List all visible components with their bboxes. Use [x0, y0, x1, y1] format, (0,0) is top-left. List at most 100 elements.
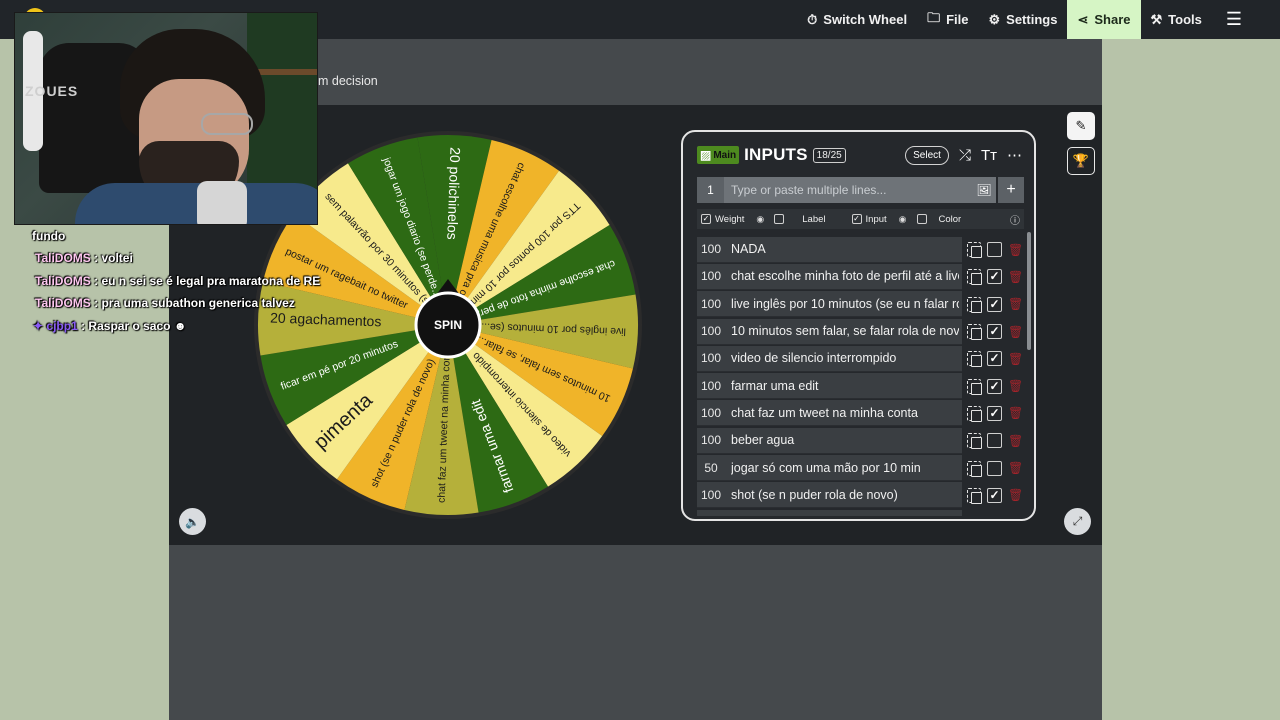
- entry-input[interactable]: Type or paste multiple lines...: [724, 177, 972, 203]
- duplicate-icon[interactable]: [967, 378, 982, 395]
- main-badge[interactable]: ▨ Main: [697, 146, 740, 164]
- entry-actions: 🗑: [967, 242, 1023, 259]
- entry-field[interactable]: 100 farmar uma edit: [697, 373, 962, 400]
- entry-label[interactable]: live inglês por 10 minutos (se eu n fala…: [731, 297, 959, 311]
- weight-column-checkbox[interactable]: ✓: [701, 214, 711, 224]
- entry-label[interactable]: NADA: [731, 242, 959, 256]
- delete-icon[interactable]: 🗑: [1008, 352, 1023, 366]
- fullscreen-icon[interactable]: ⤢: [1064, 508, 1091, 535]
- wheel-list-icon: ▨: [700, 148, 712, 162]
- list-item: 100 chat escolhe minha foto de perfil at…: [697, 263, 1031, 290]
- delete-icon[interactable]: 🗑: [1008, 325, 1023, 339]
- entry-enabled-checkbox[interactable]: [987, 433, 1002, 449]
- switch-wheel-button[interactable]: ⏱ Switch Wheel: [797, 0, 917, 39]
- text-size-icon[interactable]: Tт: [981, 147, 997, 164]
- add-entry-button[interactable]: +: [998, 177, 1024, 203]
- entry-weight[interactable]: 50: [697, 461, 725, 475]
- entry-enabled-checkbox[interactable]: ✓: [987, 324, 1002, 340]
- duplicate-icon[interactable]: [967, 242, 982, 259]
- color-column-checkbox[interactable]: [916, 214, 927, 224]
- sound-toggle-icon[interactable]: 🔈: [179, 508, 206, 535]
- entry-enabled-checkbox[interactable]: ✓: [987, 296, 1002, 312]
- entry-field[interactable]: 100 beber agua: [697, 427, 962, 454]
- duplicate-icon[interactable]: [967, 487, 982, 504]
- duplicate-icon[interactable]: [967, 324, 982, 341]
- entry-weight[interactable]: 100: [697, 324, 725, 338]
- delete-icon[interactable]: 🗑: [1008, 488, 1023, 502]
- entry-field[interactable]: 100 video de silencio interrompido: [697, 345, 962, 372]
- entry-weight[interactable]: 100: [697, 242, 725, 256]
- entry-label[interactable]: chat escolhe minha foto de perfil até a …: [731, 269, 959, 283]
- entry-field[interactable]: 100 live inglês por 10 minutos (se eu n …: [697, 291, 962, 318]
- entry-field[interactable]: 100 chat faz um tweet na minha conta: [697, 400, 962, 427]
- entry-field[interactable]: 100 10 minutos sem falar, se falar rola …: [697, 318, 962, 345]
- entry-label[interactable]: chat faz um tweet na minha conta: [731, 406, 959, 420]
- entry-enabled-checkbox[interactable]: [987, 460, 1002, 476]
- info-icon[interactable]: ⓘ: [1010, 212, 1020, 227]
- wheel-description: m decision: [318, 74, 378, 88]
- trophy-icon[interactable]: 🏆: [1067, 147, 1095, 175]
- entry-weight[interactable]: 100: [697, 297, 725, 311]
- shuffle-icon[interactable]: ⤮: [959, 147, 971, 164]
- entry-label[interactable]: 10 minutos sem falar, se falar rola de n…: [731, 324, 959, 338]
- delete-icon[interactable]: 🗑: [1008, 434, 1023, 448]
- entry-weight[interactable]: 100: [697, 488, 725, 502]
- delete-icon[interactable]: 🗑: [1008, 297, 1023, 311]
- list-item: 100 beber agua 🗑: [697, 427, 1031, 454]
- input-visibility-icon[interactable]: ◉: [899, 214, 907, 225]
- list-scrollbar[interactable]: [1027, 232, 1031, 350]
- weight-visibility-icon[interactable]: ◉: [756, 214, 764, 225]
- entry-field[interactable]: 100 NADA: [697, 236, 962, 263]
- share-button[interactable]: ⋖ Share: [1067, 0, 1141, 39]
- entry-line-number: 1: [697, 177, 724, 203]
- entry-field[interactable]: 50 jogar só com uma mão por 10 min: [697, 455, 962, 482]
- file-button[interactable]: 🗀 File: [917, 0, 978, 39]
- entry-enabled-checkbox[interactable]: ✓: [987, 351, 1002, 367]
- entry-actions: ✓ 🗑: [967, 269, 1023, 286]
- delete-icon[interactable]: 🗑: [1008, 270, 1023, 284]
- duplicate-icon[interactable]: [967, 269, 982, 286]
- input-column-checkbox[interactable]: ✓: [851, 214, 862, 224]
- hamburger-menu-icon[interactable]: ☰: [1212, 9, 1252, 30]
- settings-button[interactable]: ⚙ Settings: [979, 0, 1068, 39]
- delete-icon[interactable]: 🗑: [1008, 379, 1023, 393]
- delete-icon[interactable]: 🗑: [1008, 243, 1023, 257]
- spin-button-label[interactable]: SPIN: [434, 318, 462, 332]
- panel-header: ▨ Main INPUTS 18/25 Select ⤮ Tт ⋯: [697, 144, 1022, 166]
- customize-wheel-icon[interactable]: ✎: [1067, 112, 1095, 140]
- entry-label[interactable]: video de silencio interrompido: [731, 351, 959, 365]
- entry-label[interactable]: jogar só com uma mão por 10 min: [731, 461, 959, 475]
- delete-icon[interactable]: 🗑: [1008, 461, 1023, 475]
- label-column-checkbox[interactable]: [774, 214, 785, 224]
- tools-button[interactable]: ⚒ Tools: [1141, 0, 1212, 39]
- entry-enabled-checkbox[interactable]: ✓: [987, 405, 1002, 421]
- entry-weight[interactable]: 100: [697, 379, 725, 393]
- delete-icon[interactable]: 🗑: [1008, 406, 1023, 420]
- entry-label[interactable]: beber agua: [731, 433, 959, 447]
- duplicate-icon[interactable]: [967, 296, 982, 313]
- entry-field[interactable]: 100 shot (se n puder rola de novo): [697, 482, 962, 509]
- select-button[interactable]: Select: [905, 145, 949, 165]
- tools-label: Tools: [1168, 12, 1202, 27]
- duplicate-icon[interactable]: [967, 460, 982, 477]
- entry-enabled-checkbox[interactable]: ✓: [987, 269, 1002, 285]
- chat-message: fundo: [32, 229, 65, 243]
- chat-username: TaliDOMS: [35, 251, 91, 265]
- duplicate-icon[interactable]: [967, 405, 982, 422]
- entry-enabled-checkbox[interactable]: ✓: [987, 487, 1002, 503]
- entry-weight[interactable]: 100: [697, 269, 725, 283]
- duplicate-icon[interactable]: [967, 433, 982, 450]
- share-icon: ⋖: [1077, 11, 1089, 27]
- image-upload-icon[interactable]: 🖼: [972, 177, 996, 203]
- entry-label[interactable]: farmar uma edit: [731, 379, 959, 393]
- duplicate-icon[interactable]: [967, 351, 982, 368]
- entry-enabled-checkbox[interactable]: [987, 242, 1002, 258]
- entry-label[interactable]: shot (se n puder rola de novo): [731, 488, 959, 502]
- more-options-icon[interactable]: ⋯: [1007, 146, 1022, 164]
- entry-actions: ✓ 🗑: [967, 378, 1023, 395]
- entry-weight[interactable]: 100: [697, 406, 725, 420]
- entry-weight[interactable]: 100: [697, 433, 725, 447]
- entry-weight[interactable]: 100: [697, 351, 725, 365]
- entry-enabled-checkbox[interactable]: ✓: [987, 378, 1002, 394]
- entry-field[interactable]: 100 chat escolhe minha foto de perfil at…: [697, 263, 962, 290]
